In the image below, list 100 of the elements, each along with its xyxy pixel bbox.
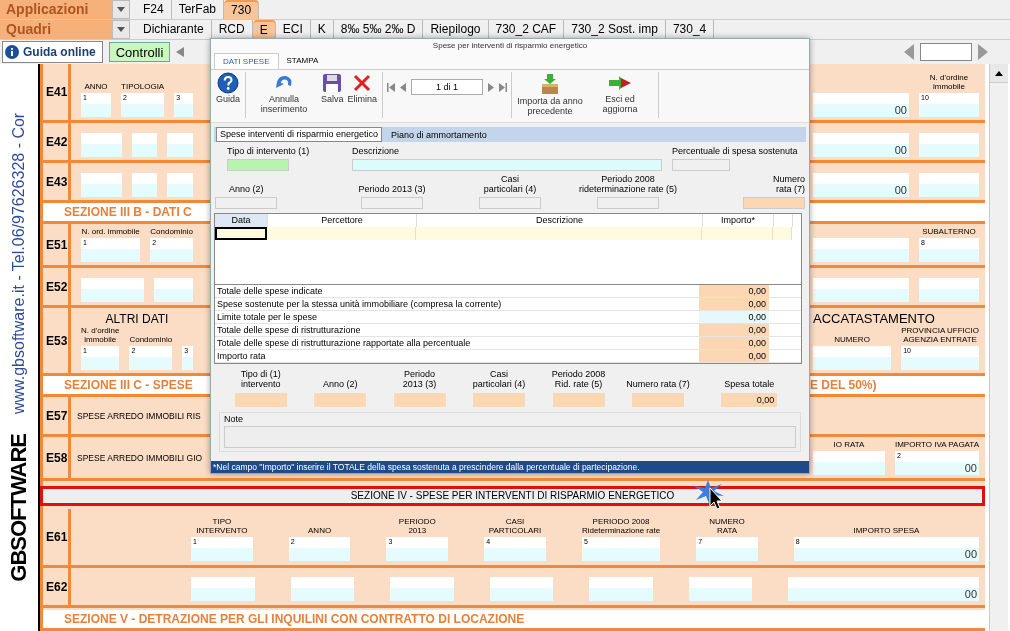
input-box[interactable] [390,577,454,601]
input-box[interactable] [589,577,653,601]
tab[interactable]: Piano di ammortamento [388,129,490,142]
field-label: Spesa totale [724,379,775,389]
field-label: Numero rata (7) [772,174,805,194]
tab[interactable]: 730 [224,0,260,19]
row-label: SPESE ARREDO IMMOBILI RIS [77,410,201,421]
import-button[interactable]: Importa da anno precedente [516,72,585,118]
note-label: Note [224,414,243,424]
input-box[interactable] [813,278,909,302]
scroll-up-icon[interactable] [995,70,1003,76]
section-title: SEZIONE V - DETRAZIONE PER GLI INQUILINI CON CONTRATTO DI LOCAZIONE [64,612,525,626]
total-value[interactable]: 0,00 [699,324,769,336]
previous-icon[interactable] [904,44,914,60]
input-field[interactable] [552,393,605,407]
total-label: Spese sostenute per la stessa unità immobiliare (compresa la corrente) [216,298,503,310]
input-box[interactable] [919,173,979,197]
field-label: IMPORTO SPESA [853,526,920,535]
input-box[interactable]: 00 [813,133,909,157]
exit-button[interactable]: Esci ed aggiorna [586,72,655,118]
field-label: Descrizione [352,146,401,156]
input-field[interactable] [393,393,446,407]
total-value[interactable]: 0,00 [699,337,769,349]
amount-text: 00 [964,548,977,560]
help-button[interactable]: Guida online [2,41,103,63]
delete-button[interactable]: Elimina [346,72,379,118]
input-field[interactable] [215,197,277,209]
input-box[interactable] [489,577,554,601]
input-box[interactable] [813,451,885,475]
input-field[interactable] [743,197,805,209]
last-icon[interactable] [499,82,508,92]
total-value[interactable]: 0,00 [699,298,769,310]
tab[interactable]: Spese interventi di risparmio energetico [216,127,383,142]
input-box[interactable] [131,173,158,197]
input-field[interactable] [631,393,684,407]
input-box[interactable] [290,577,355,601]
field-label: PERIODO 2013 [398,517,436,535]
input-box[interactable] [688,577,753,601]
input-field[interactable] [672,159,730,171]
input-field[interactable] [473,393,526,407]
input-box[interactable] [919,133,979,157]
ribbon-tab[interactable]: DATI SPESE [214,53,279,69]
table-cell[interactable] [215,227,267,240]
help-button[interactable]: Guida [215,72,242,118]
total-value[interactable]: 0,00 [699,285,769,297]
tab[interactable]: F24 [136,0,172,19]
scroll-left-icon[interactable] [176,47,185,57]
input-box[interactable] [81,173,122,197]
save-button[interactable]: Salva [320,72,345,118]
next-icon[interactable] [488,82,495,92]
dropdown-button[interactable] [112,20,130,39]
field-label: Casi particolari (4) [482,174,538,194]
input-field[interactable] [361,197,423,209]
note-field[interactable] [224,426,796,448]
input-box[interactable] [167,133,193,157]
input-field[interactable] [314,393,367,407]
input-box[interactable]: 00 [813,93,909,117]
input-field[interactable]: 0,00 [721,393,778,407]
caret-icon [117,7,125,12]
input-box[interactable] [167,173,193,197]
input-field[interactable] [352,159,662,171]
mouse-pointer-icon [709,487,723,510]
input-box[interactable] [813,346,892,370]
input-box[interactable]: 00 [813,173,909,197]
input-field[interactable] [597,197,659,209]
total-value[interactable]: 0,00 [699,350,769,362]
total-value[interactable]: 0,00 [699,311,769,323]
section-title: SEZIONE IV - SPESE PER INTERVENTI DI RISPARMIO ENERGETICO [40,486,985,506]
input-field[interactable] [227,159,289,171]
input-box[interactable] [919,278,979,302]
row-code: E43 [46,174,68,189]
input-box[interactable] [191,577,255,601]
input-field[interactable] [479,197,541,209]
input-box[interactable] [153,278,193,302]
input-box[interactable] [131,133,158,157]
input-box[interactable]: 00 [788,577,980,601]
dropdown-button[interactable] [112,0,130,19]
input-box[interactable] [81,133,122,157]
row-code: E62 [46,579,68,594]
check-button[interactable]: Controlli [108,42,171,62]
field-label: Periodo 2013 (3) [357,184,427,194]
total-label: Limite totale per le spese [216,311,319,323]
first-icon[interactable] [387,82,396,92]
field-label: Condominio [150,227,193,236]
input-box[interactable] [81,278,144,302]
column-header[interactable]: Data [215,214,268,227]
input-box[interactable] [813,238,909,262]
section-title: SEZIONE III C - SPESE [64,378,193,392]
page-field[interactable] [920,43,972,61]
scrollbar[interactable] [989,64,1008,631]
input-field[interactable] [234,393,287,407]
record-field[interactable]: 1 di 1 [411,79,484,95]
next-icon[interactable] [978,44,988,60]
ribbon-tab[interactable]: STAMPA [278,53,327,69]
undo-button[interactable]: Annulla inserimento [250,72,319,118]
previous-icon[interactable] [400,82,407,92]
amount-text: 00 [894,184,907,196]
amount-text: 00 [894,104,907,116]
group-heading: ACCATASTAMENTO [813,311,935,326]
group-heading: ALTRI DATI [105,312,169,326]
